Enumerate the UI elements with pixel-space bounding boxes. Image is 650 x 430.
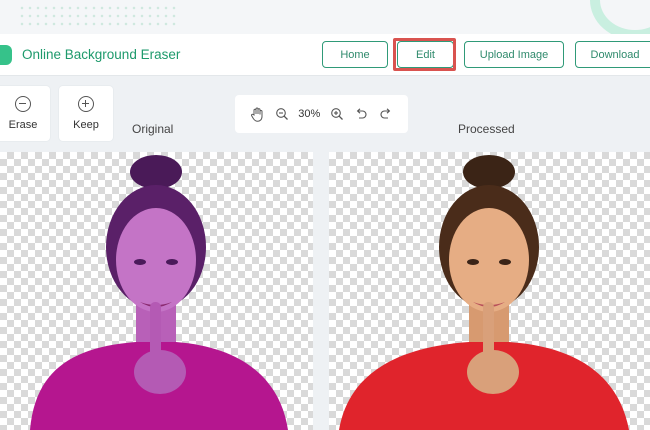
processed-portrait-image (339, 155, 629, 430)
home-button[interactable]: Home (322, 41, 388, 68)
erase-label: Erase (8, 119, 38, 131)
processed-image-panel[interactable] (329, 152, 650, 430)
app-title: Online Background Eraser (22, 47, 181, 62)
top-decor (0, 0, 650, 34)
plus-circle-icon (78, 96, 94, 112)
app-header: Online Background Eraser Home Edit Uploa… (0, 34, 650, 76)
dot-pattern (18, 4, 178, 28)
keep-tool-button[interactable]: Keep (59, 86, 113, 141)
original-portrait-image (30, 155, 288, 430)
edit-button[interactable]: Edit (397, 41, 454, 68)
undo-icon[interactable] (353, 106, 369, 122)
zoom-toolbar: 30% (235, 95, 408, 133)
redo-icon[interactable] (378, 106, 394, 122)
erase-tool-button[interactable]: Erase (0, 86, 50, 141)
zoom-level: 30% (298, 108, 321, 120)
zoom-in-icon[interactable] (329, 106, 345, 122)
original-label: Original (132, 122, 174, 136)
zoom-out-icon[interactable] (274, 106, 290, 122)
original-image-panel[interactable] (0, 152, 313, 430)
logo-icon (0, 45, 12, 65)
hand-icon[interactable] (249, 106, 265, 122)
processed-label: Processed (458, 122, 515, 136)
decor-swoosh (590, 0, 650, 34)
upload-image-button[interactable]: Upload Image (464, 41, 564, 68)
download-button[interactable]: Download (575, 41, 650, 68)
keep-label: Keep (73, 119, 99, 131)
minus-circle-icon (15, 96, 31, 112)
